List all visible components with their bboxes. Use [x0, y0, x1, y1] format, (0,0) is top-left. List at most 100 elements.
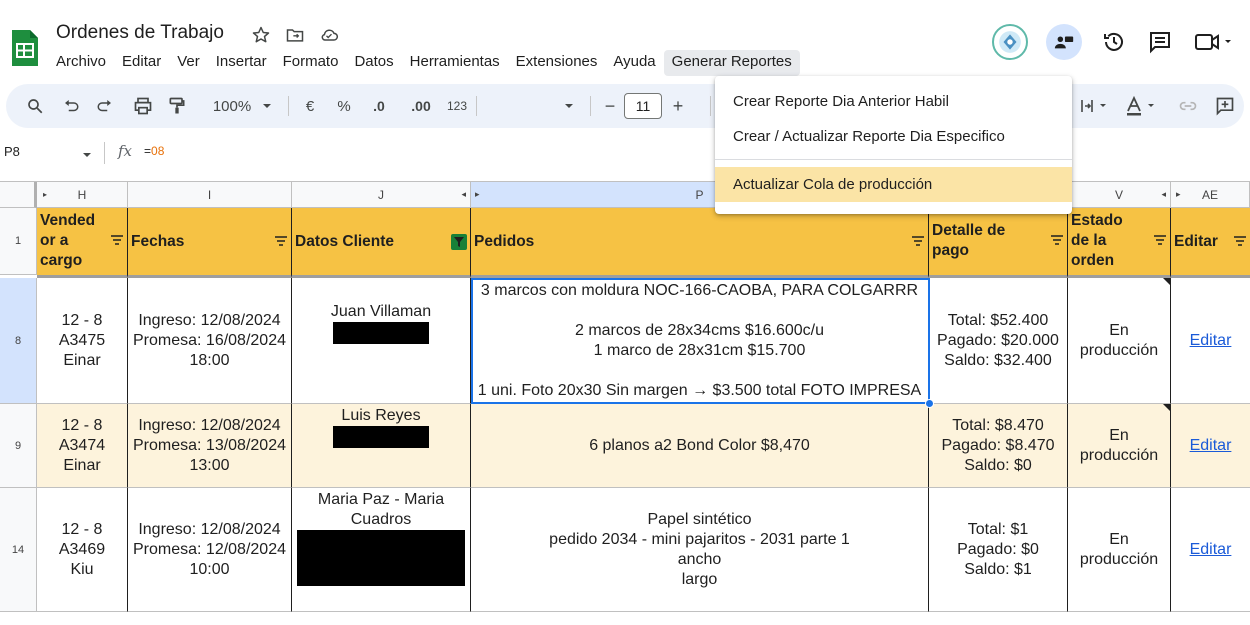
menu-editar[interactable]: Editar — [114, 50, 169, 76]
increase-decimal-button[interactable]: .00 — [404, 84, 438, 128]
cell-vendedor[interactable]: 12 - 8 A3475 Einar — [37, 278, 128, 404]
history-icon[interactable] — [1100, 28, 1128, 56]
menu-herramientas[interactable]: Herramientas — [402, 50, 508, 76]
spreadsheet-grid[interactable]: ▸ H I J ◂ ▸ P V ◂ ▸ AE 1 8 9 14 Vended o… — [0, 181, 1250, 612]
decrease-decimal-button[interactable]: .0 — [364, 84, 394, 128]
menu-formato[interactable]: Formato — [275, 50, 347, 76]
header-pedidos[interactable]: Pedidos — [471, 208, 929, 278]
cell-detalle-pago[interactable]: Total: $8.470 Pagado: $8.470 Saldo: $0 — [929, 404, 1068, 488]
expand-arrow-icon[interactable]: ▸ — [475, 189, 480, 200]
currency-button[interactable]: € — [300, 84, 320, 128]
insert-comment-icon[interactable] — [1212, 84, 1238, 128]
print-icon[interactable] — [130, 84, 156, 128]
text-color-icon[interactable] — [1122, 84, 1162, 128]
cell-cliente[interactable]: Luis Reyes — [292, 404, 471, 488]
cell-vendedor[interactable]: 12 - 8 A3474 Einar — [37, 404, 128, 488]
number-format-button[interactable]: 123 — [442, 84, 472, 128]
cell-estado[interactable]: En producción — [1068, 278, 1171, 404]
font-size-decrease-button[interactable]: − — [598, 84, 622, 128]
cell-pedidos[interactable]: 3 marcos con moldura NOC-166-CAOBA, PARA… — [471, 278, 929, 404]
filter-icon[interactable] — [1051, 231, 1063, 251]
cell-editar[interactable]: Editar — [1171, 278, 1250, 404]
redo-icon[interactable] — [92, 84, 118, 128]
cell-fechas[interactable]: Ingreso: 12/08/2024 Promesa: 16/08/2024 … — [128, 278, 292, 404]
menu-archivo[interactable]: Archivo — [48, 50, 114, 76]
cell-vendedor[interactable]: 12 - 8 A3469 Kiu — [37, 488, 128, 612]
header-vendedor[interactable]: Vended or a cargo — [37, 208, 128, 278]
search-icon[interactable] — [22, 84, 48, 128]
filter-icon[interactable] — [111, 231, 123, 251]
zoom-select[interactable]: 100% — [202, 84, 262, 128]
cell-cliente[interactable]: Maria Paz - Maria Cuadros — [292, 488, 471, 612]
cell-estado[interactable]: En producción — [1068, 488, 1171, 612]
menu-datos[interactable]: Datos — [346, 50, 401, 76]
sheets-logo-icon[interactable] — [10, 28, 40, 68]
link-icon[interactable] — [1176, 84, 1200, 128]
percent-button[interactable]: % — [334, 84, 354, 128]
name-box-caret-icon[interactable] — [82, 147, 92, 165]
cell-pedidos[interactable]: Papel sintético pedido 2034 - mini pajar… — [471, 488, 929, 612]
header-fechas[interactable]: Fechas — [128, 208, 292, 278]
paint-format-icon[interactable] — [164, 84, 190, 128]
formula-input[interactable]: =08 — [144, 144, 164, 158]
cell-fechas[interactable]: Ingreso: 12/08/2024 Promesa: 12/08/2024 … — [128, 488, 292, 612]
editar-link[interactable]: Editar — [1190, 331, 1232, 351]
menu-item-reporte-dia-especifico[interactable]: Crear / Actualizar Reporte Dia Especific… — [715, 119, 1072, 154]
cell-detalle-pago[interactable]: Total: $1 Pagado: $0 Saldo: $1 — [929, 488, 1068, 612]
expand-arrow-icon[interactable]: ▸ — [43, 190, 47, 199]
cell-cliente[interactable]: Juan Villaman — [292, 278, 471, 404]
expand-arrow-icon[interactable]: ▸ — [1176, 189, 1181, 200]
select-all-corner[interactable] — [0, 182, 37, 208]
column-header-j[interactable]: J ◂ — [292, 182, 471, 208]
menu-ayuda[interactable]: Ayuda — [605, 50, 663, 76]
name-box[interactable]: P8 — [4, 144, 20, 159]
menu-item-actualizar-cola[interactable]: Actualizar Cola de producción — [715, 167, 1072, 202]
filter-icon[interactable] — [1154, 231, 1166, 251]
move-folder-icon[interactable] — [284, 24, 306, 46]
comments-icon[interactable] — [1146, 28, 1174, 56]
zoom-caret-icon[interactable] — [260, 84, 274, 128]
column-header-h[interactable]: ▸ H — [37, 182, 128, 208]
filter-icon[interactable] — [275, 232, 287, 252]
undo-icon[interactable] — [58, 84, 84, 128]
header-datos-cliente[interactable]: Datos Cliente — [292, 208, 471, 278]
collaborator-icon[interactable] — [1046, 24, 1082, 60]
row-header[interactable]: 14 — [0, 488, 37, 612]
font-size-input[interactable]: 11 — [624, 93, 662, 119]
cell-editar[interactable]: Editar — [1171, 404, 1250, 488]
document-title[interactable]: Ordenes de Trabajo — [56, 22, 224, 44]
fill-handle[interactable] — [925, 399, 934, 408]
menu-ver[interactable]: Ver — [169, 50, 208, 76]
column-header-ae[interactable]: ▸ AE — [1171, 182, 1250, 208]
cell-pedidos[interactable]: 6 planos a2 Bond Color $8,470 — [471, 404, 929, 488]
cell-fechas[interactable]: Ingreso: 12/08/2024 Promesa: 13/08/2024 … — [128, 404, 292, 488]
cell-estado[interactable]: En producción — [1068, 404, 1171, 488]
editar-link[interactable]: Editar — [1190, 436, 1232, 456]
text-direction-icon[interactable] — [1078, 84, 1112, 128]
editar-link[interactable]: Editar — [1190, 540, 1232, 560]
collapse-arrow-icon[interactable]: ◂ — [1161, 189, 1166, 200]
menu-extensiones[interactable]: Extensiones — [508, 50, 606, 76]
font-size-increase-button[interactable]: + — [666, 84, 690, 128]
header-estado[interactable]: Estado de la orden — [1068, 208, 1171, 278]
cloud-status-icon[interactable] — [318, 24, 340, 46]
cell-detalle-pago[interactable]: Total: $52.400 Pagado: $20.000 Saldo: $3… — [929, 278, 1068, 404]
cell-editar[interactable]: Editar — [1171, 488, 1250, 612]
addon-icon[interactable] — [992, 24, 1028, 60]
row-header[interactable]: 8 — [0, 278, 37, 404]
active-filter-icon[interactable] — [451, 233, 467, 250]
column-header-i[interactable]: I — [128, 182, 292, 208]
header-editar[interactable]: Editar — [1171, 208, 1250, 278]
meet-icon[interactable] — [1192, 28, 1236, 56]
menu-insertar[interactable]: Insertar — [208, 50, 275, 76]
filter-icon[interactable] — [1234, 232, 1246, 252]
row-header[interactable]: 1 — [0, 208, 37, 275]
column-header-v[interactable]: V ◂ — [1068, 182, 1171, 208]
menu-generar-reportes[interactable]: Generar Reportes — [663, 50, 800, 76]
header-detalle-pago[interactable]: Detalle de pago — [929, 208, 1068, 278]
collapse-arrow-icon[interactable]: ◂ — [461, 189, 466, 200]
font-family-caret-icon[interactable] — [562, 84, 576, 128]
star-icon[interactable] — [250, 24, 272, 46]
menu-item-reporte-dia-anterior[interactable]: Crear Reporte Dia Anterior Habil — [715, 84, 1072, 119]
row-header[interactable]: 9 — [0, 404, 37, 488]
